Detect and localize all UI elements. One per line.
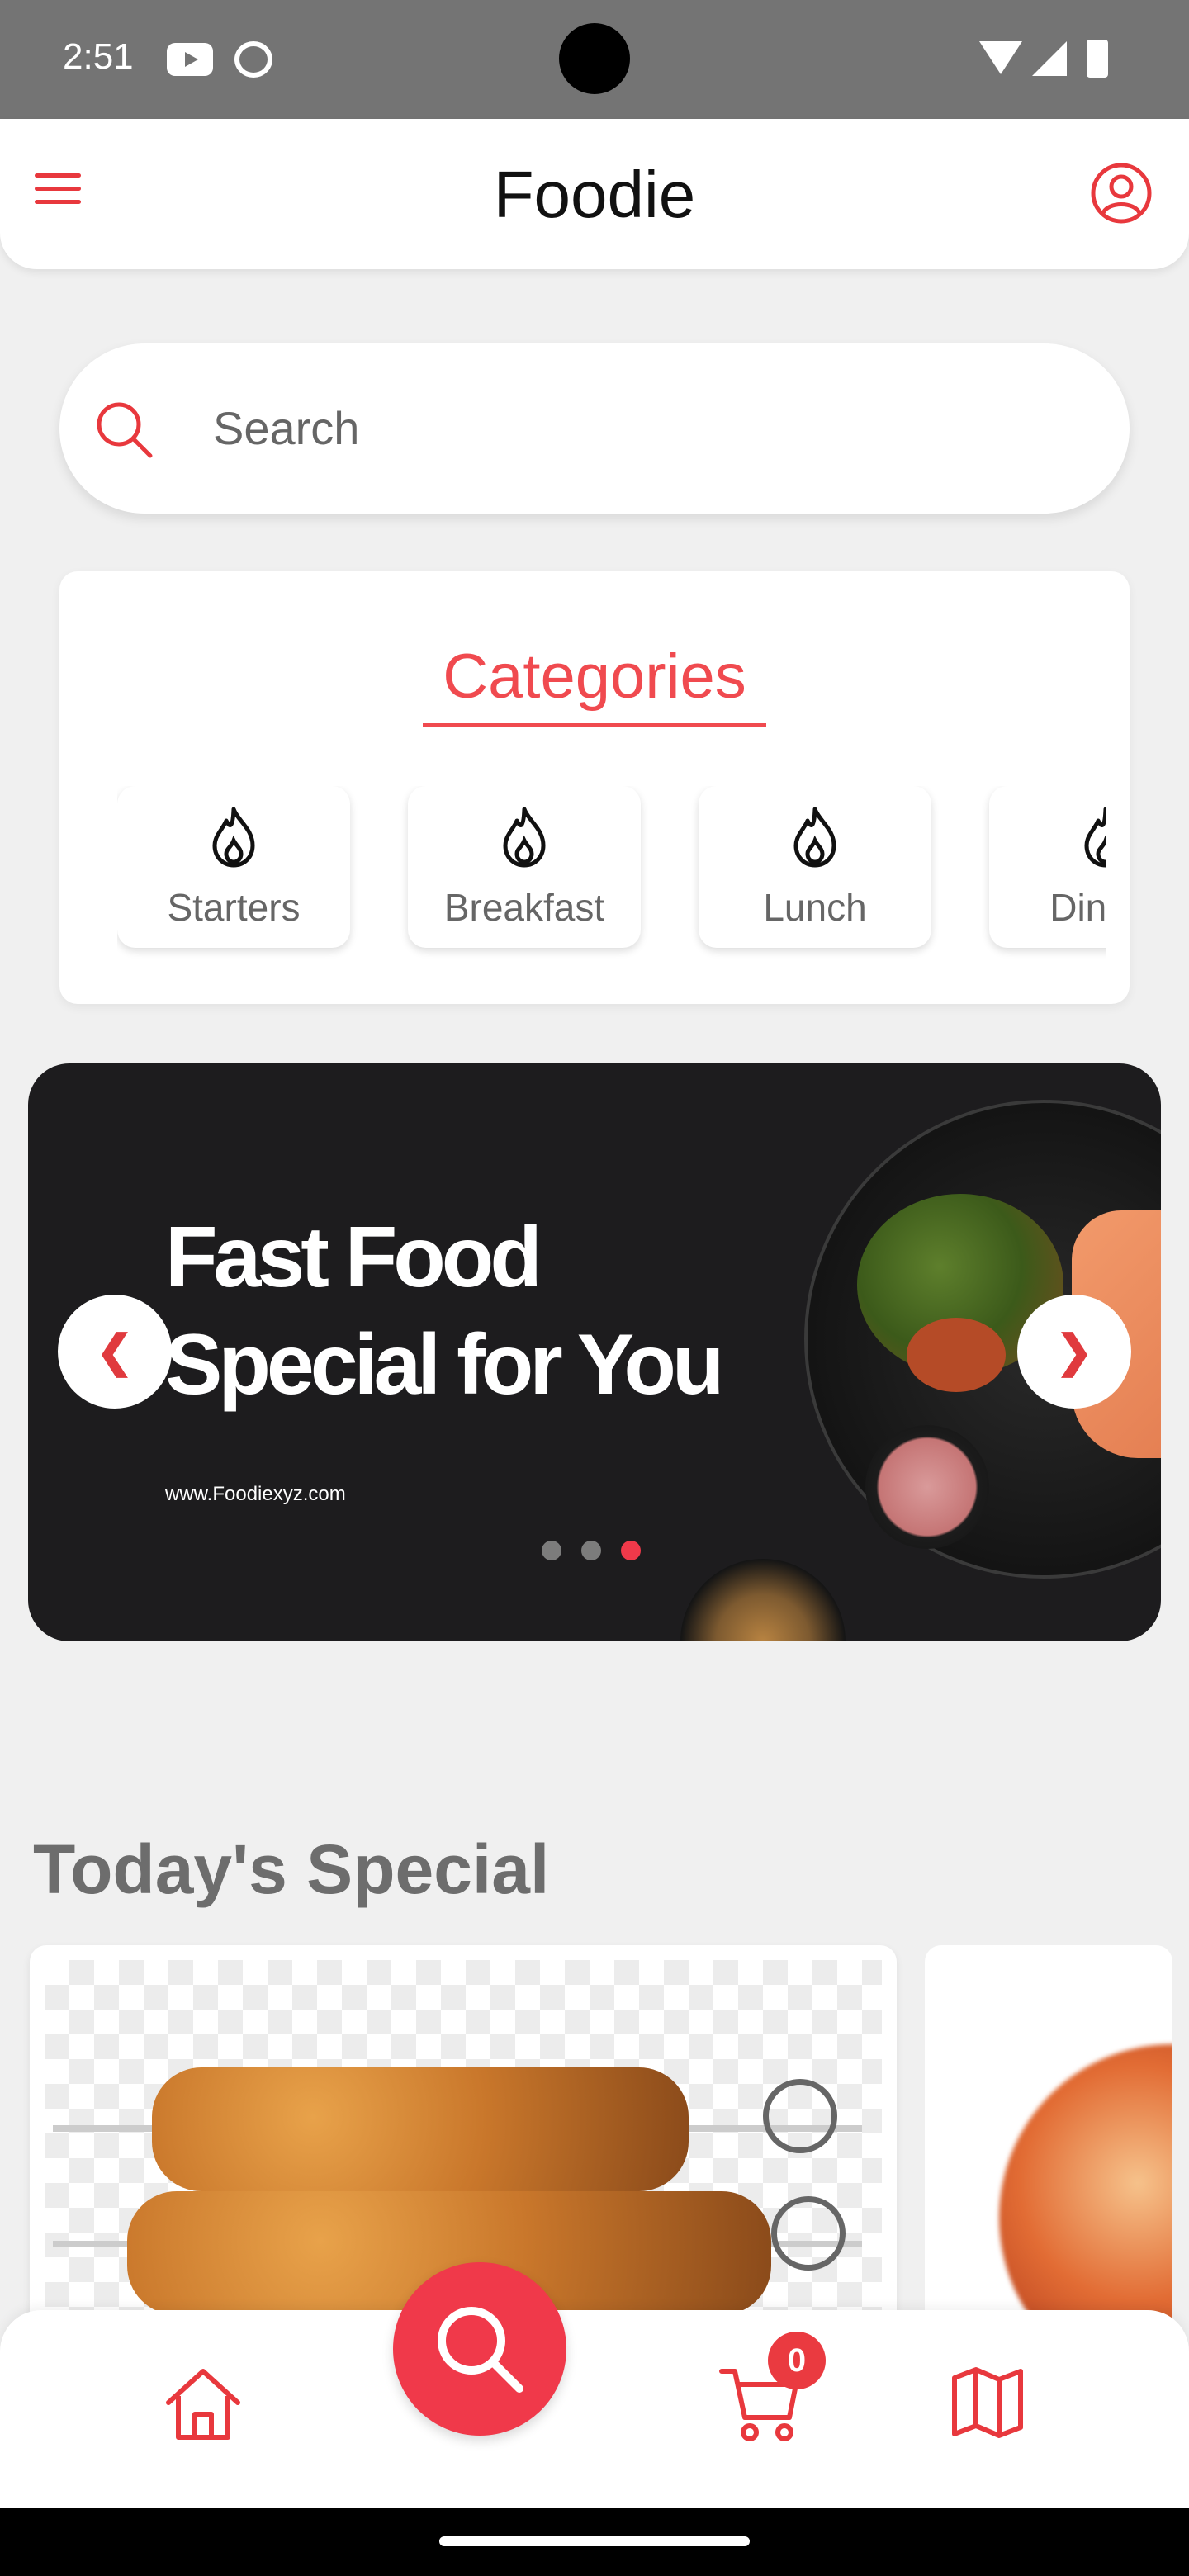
search-icon bbox=[97, 402, 153, 458]
profile-icon[interactable] bbox=[1090, 162, 1153, 225]
promo-banner[interactable]: Fast Food Special for You www.Foodiexyz.… bbox=[28, 1063, 1161, 1641]
app-title: Foodie bbox=[493, 158, 696, 231]
search-bar[interactable] bbox=[59, 343, 1130, 514]
carousel-dot-active[interactable] bbox=[621, 1541, 641, 1560]
status-bar: 2:51 bbox=[0, 0, 1189, 119]
fire-icon bbox=[793, 807, 836, 868]
app-notification-icon bbox=[234, 41, 272, 78]
todays-special-title: Today's Special bbox=[33, 1830, 550, 1908]
map-icon[interactable] bbox=[946, 2361, 1029, 2444]
banner-headline-line1: Fast Food bbox=[165, 1210, 542, 1305]
small-plate-image bbox=[680, 1559, 846, 1641]
category-label: Breakfast bbox=[443, 886, 605, 929]
carousel-next-button[interactable]: ❯ bbox=[1017, 1295, 1131, 1409]
pizza-image bbox=[999, 2044, 1172, 2342]
system-navigation-bar bbox=[0, 2508, 1189, 2576]
app-bar: Foodie bbox=[0, 119, 1189, 269]
category-label: Lunch bbox=[763, 886, 867, 929]
battery-icon bbox=[1087, 40, 1108, 78]
category-breakfast[interactable]: Breakfast bbox=[408, 786, 641, 948]
carousel-indicators bbox=[542, 1541, 661, 1565]
wifi-icon bbox=[979, 41, 1022, 74]
cart-count-badge: 0 bbox=[768, 2332, 826, 2389]
signal-icon bbox=[1032, 41, 1067, 76]
category-dinner[interactable]: Dinner bbox=[989, 786, 1106, 948]
search-fab[interactable] bbox=[393, 2262, 566, 2436]
category-starters[interactable]: Starters bbox=[117, 786, 350, 948]
status-time: 2:51 bbox=[63, 36, 134, 77]
special-food-card-2[interactable] bbox=[925, 1945, 1172, 2342]
fire-icon bbox=[212, 807, 255, 868]
category-label: Starters bbox=[167, 886, 301, 929]
home-icon[interactable] bbox=[162, 2363, 244, 2446]
carousel-dot[interactable] bbox=[542, 1541, 561, 1560]
search-input[interactable] bbox=[213, 393, 1039, 462]
categories-title: Categories bbox=[443, 642, 746, 712]
category-label: Dinner bbox=[1049, 886, 1106, 929]
categories-card: Categories Starters Breakfast Lunch Din bbox=[59, 571, 1130, 1004]
search-icon bbox=[438, 2307, 523, 2393]
home-gesture-handle[interactable] bbox=[439, 2536, 750, 2546]
carousel-prev-button[interactable]: ❮ bbox=[58, 1295, 172, 1409]
fire-icon bbox=[503, 807, 546, 868]
banner-url: www.Foodiexyz.com bbox=[165, 1483, 346, 1505]
banner-headline-line2: Special for You bbox=[165, 1317, 724, 1413]
bottom-nav: 0 bbox=[0, 2310, 1189, 2508]
categories-list[interactable]: Starters Breakfast Lunch Dinner bbox=[117, 786, 1106, 984]
banner-headline: Fast Food Special for You bbox=[165, 1204, 724, 1418]
fire-icon bbox=[1084, 807, 1106, 868]
categories-underline bbox=[423, 723, 766, 727]
youtube-notification-icon bbox=[167, 43, 213, 76]
category-lunch[interactable]: Lunch bbox=[699, 786, 931, 948]
camera-cutout bbox=[559, 23, 630, 94]
carousel-dot[interactable] bbox=[581, 1541, 601, 1560]
